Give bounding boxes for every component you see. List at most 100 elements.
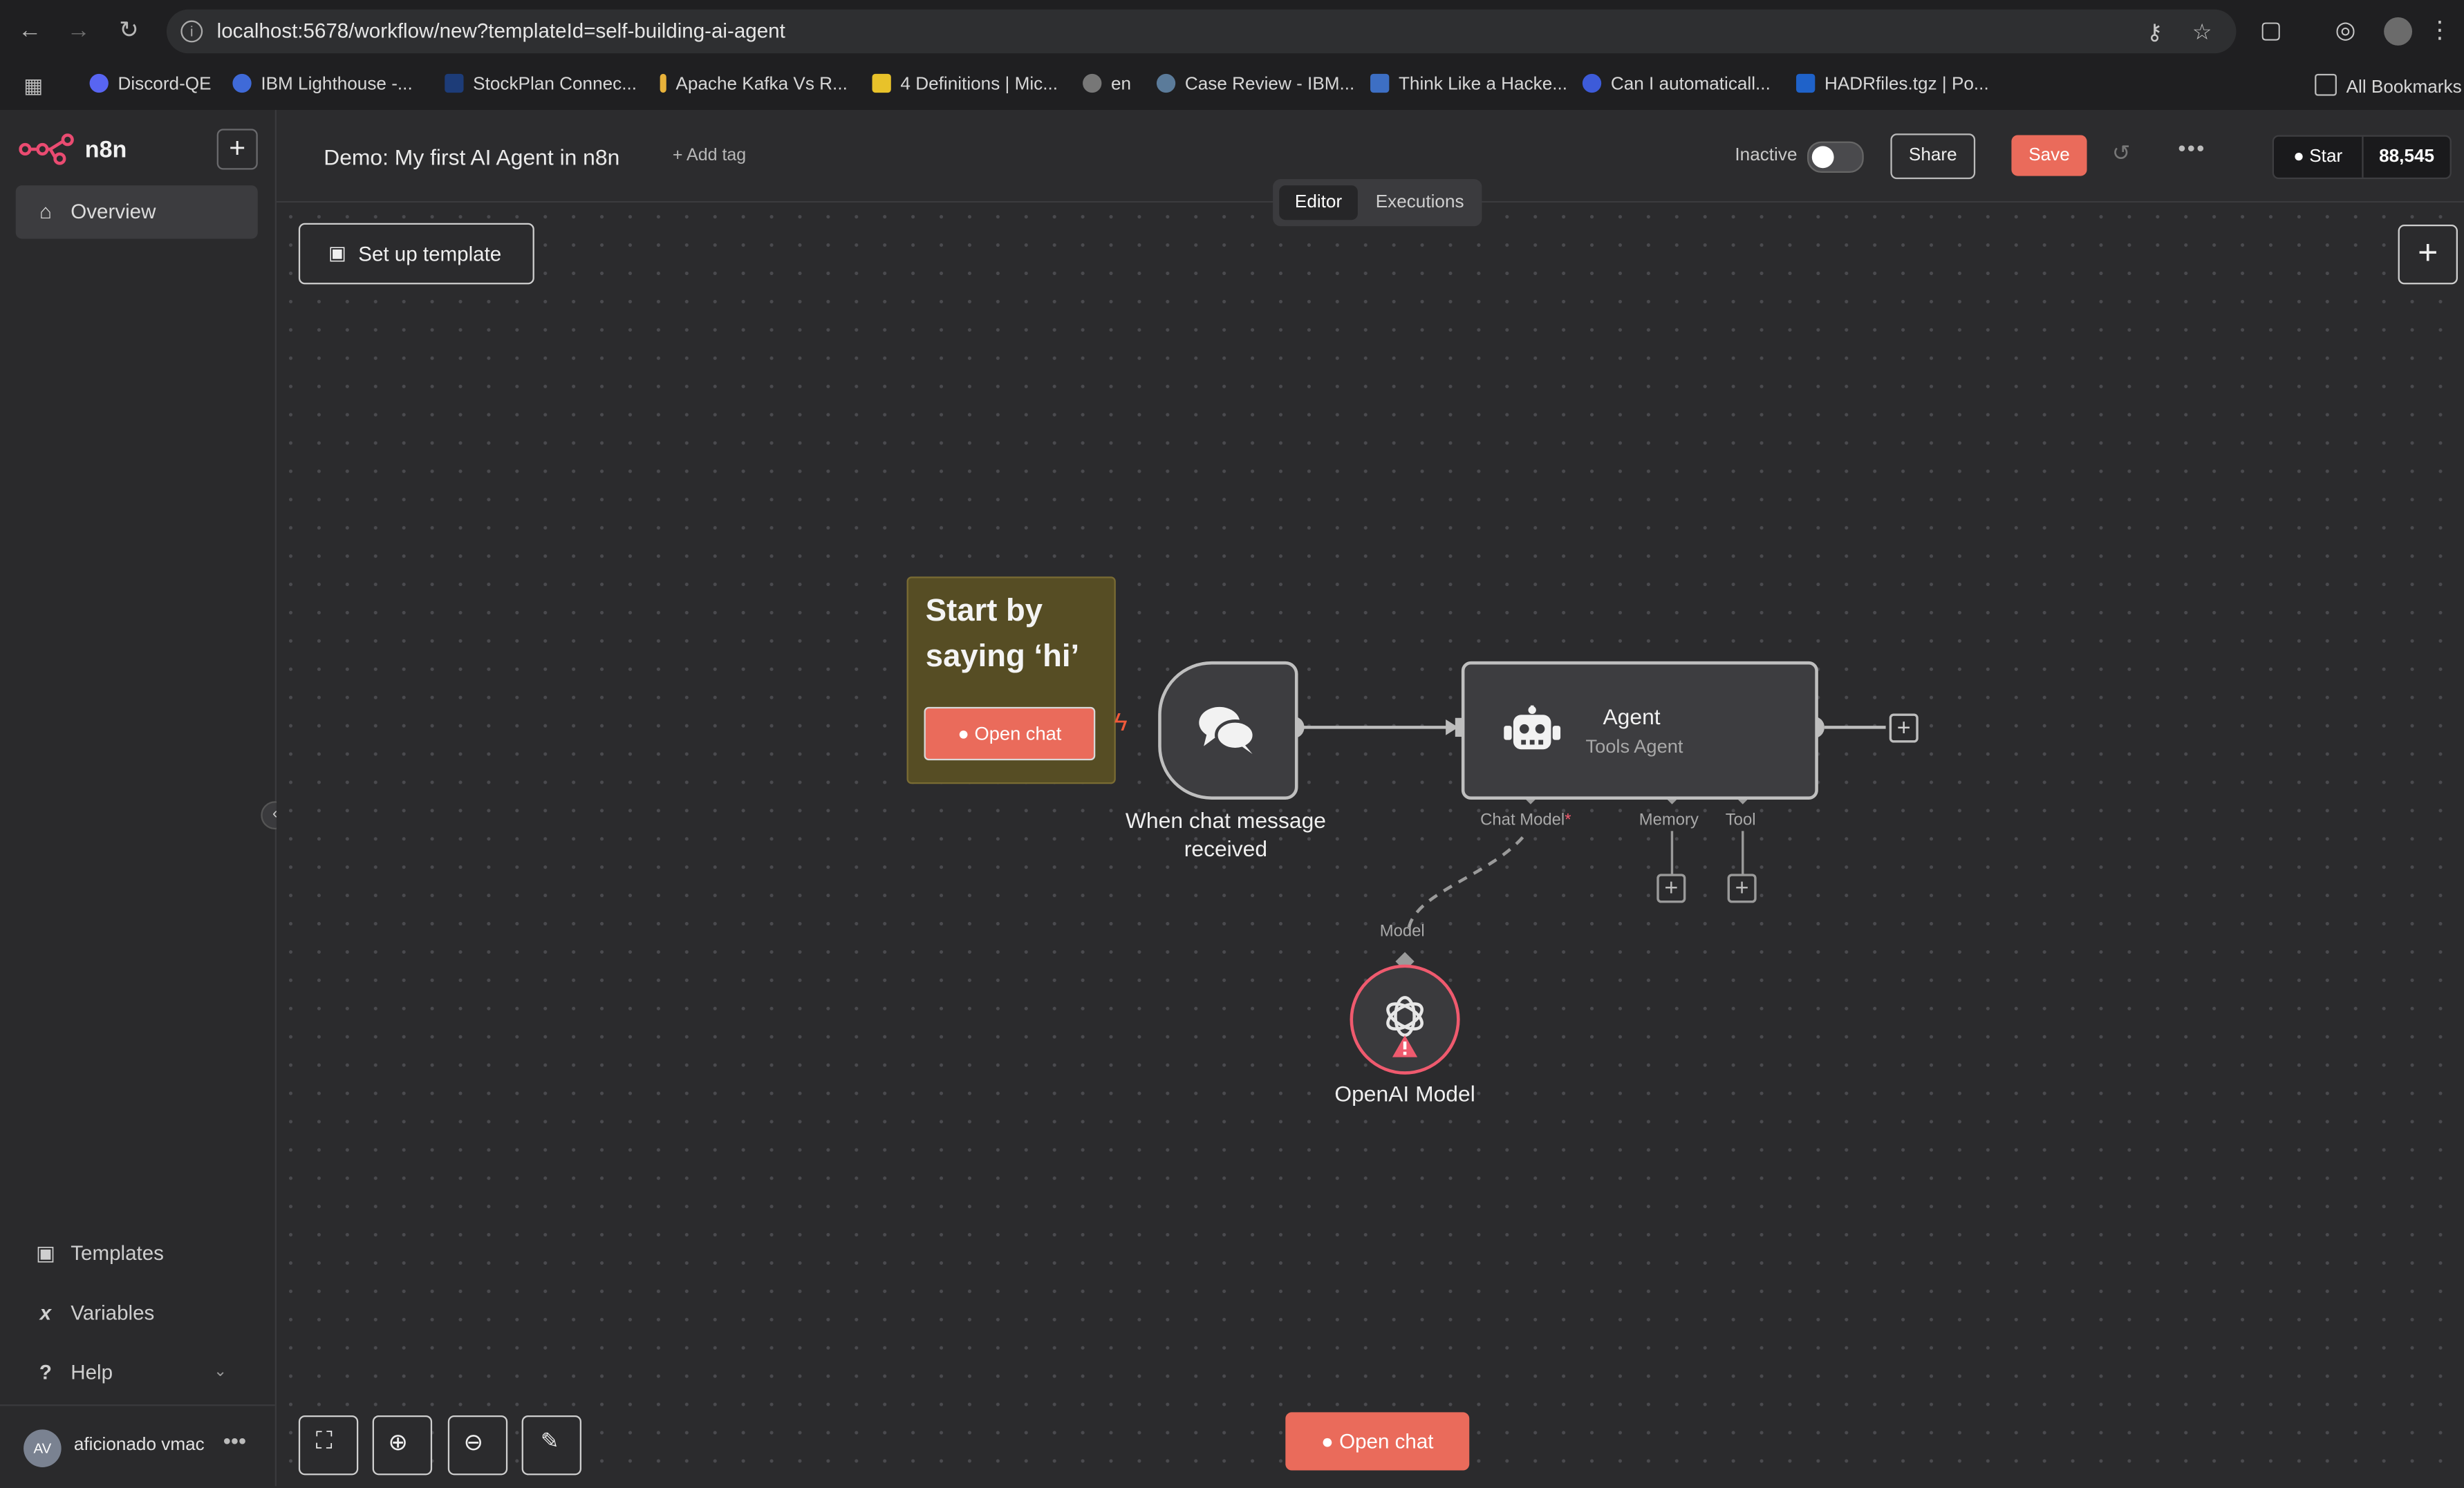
chevron-down-icon: ⌄ bbox=[214, 1363, 227, 1381]
connections-layer: + + + bbox=[1282, 713, 1919, 971]
bookmark-label: StockPlan Connec... bbox=[473, 75, 637, 95]
agent-node[interactable]: Agent Tools Agent bbox=[1461, 661, 1818, 800]
bookmark-star-icon[interactable]: ☆ bbox=[2192, 19, 2212, 46]
more-options-icon[interactable]: ••• bbox=[2178, 135, 2205, 160]
add-tag-link[interactable]: + Add tag bbox=[673, 146, 746, 164]
chat-icon: ● bbox=[958, 722, 969, 745]
trigger-label: When chat message received bbox=[1125, 807, 1326, 861]
zoom-in-button[interactable]: ⊕ bbox=[372, 1415, 433, 1476]
save-button[interactable]: Save bbox=[2011, 135, 2087, 176]
agent-subtitle: Tools Agent bbox=[1585, 735, 1683, 757]
openai-icon bbox=[1386, 996, 1424, 1037]
tab-editor[interactable]: Editor bbox=[1279, 185, 1358, 220]
github-star-widget[interactable]: ● Star 88,545 bbox=[2272, 135, 2452, 180]
set-up-template-button[interactable]: ▣ Set up template bbox=[298, 223, 534, 285]
discord-icon bbox=[89, 73, 109, 93]
tidy-up-button[interactable]: ✎ bbox=[521, 1415, 582, 1476]
site-info-icon[interactable]: i bbox=[180, 20, 203, 43]
brand-name: n8n bbox=[84, 136, 127, 164]
bookmark-item[interactable]: StockPlan Connec... bbox=[445, 73, 637, 95]
sidebar-item-overview[interactable]: ⌂ Overview bbox=[15, 185, 258, 239]
zoom-out-icon: ⊖ bbox=[463, 1429, 484, 1457]
history-icon[interactable]: ↺ bbox=[2112, 140, 2131, 167]
wordpress-icon bbox=[1582, 73, 1602, 93]
open-chat-button[interactable]: ● Open chat bbox=[1285, 1412, 1470, 1471]
robot-icon bbox=[1504, 705, 1561, 750]
openai-model-node[interactable] bbox=[1350, 964, 1460, 1075]
sidebar-item-label: Templates bbox=[71, 1241, 164, 1265]
view-tabs: Editor Executions bbox=[1273, 179, 1482, 227]
warning-icon[interactable] bbox=[1392, 1035, 1418, 1057]
bookmark-label: Discord-QE bbox=[118, 75, 212, 95]
bookmark-item[interactable]: IBM Lighthouse -... bbox=[232, 73, 413, 94]
url-text: localhost:5678/workflow/new?templateId=s… bbox=[216, 19, 785, 43]
bookmark-label: Case Review - IBM... bbox=[1184, 75, 1355, 95]
language-icon bbox=[1083, 73, 1102, 93]
share-button[interactable]: Share bbox=[1890, 133, 1976, 180]
user-more-icon[interactable]: ••• bbox=[223, 1428, 246, 1453]
add-new-button[interactable]: + bbox=[216, 129, 258, 170]
add-tool-plus: + bbox=[1735, 875, 1749, 901]
ibm-gear-icon bbox=[1156, 73, 1176, 93]
sticky-open-chat-label: Open chat bbox=[974, 722, 1062, 745]
home-icon: ⌂ bbox=[39, 199, 52, 223]
model-connection[interactable] bbox=[1406, 836, 1524, 935]
profile-avatar-icon[interactable] bbox=[2384, 17, 2413, 46]
chat-icon: ● bbox=[1321, 1429, 1334, 1453]
bookmark-label: en bbox=[1111, 75, 1132, 95]
workflow-canvas[interactable]: + + + ▣ Set up template + Start by sayin… bbox=[277, 203, 2464, 1487]
chat-trigger-node[interactable] bbox=[1158, 661, 1298, 800]
bookmark-item[interactable]: Case Review - IBM... bbox=[1156, 73, 1355, 95]
github-star-button[interactable]: ● Star bbox=[2274, 136, 2364, 178]
bookmark-item[interactable]: HADRfiles.tgz | Po... bbox=[1796, 73, 1989, 95]
chat-model-label-text: Chat Model bbox=[1480, 810, 1565, 830]
memory-port-label: Memory bbox=[1639, 810, 1699, 830]
sidebar-item-help[interactable]: ? Help ⌄ bbox=[16, 1346, 258, 1400]
zoom-out-button[interactable]: ⊖ bbox=[447, 1415, 508, 1476]
sticky-open-chat-button[interactable]: ● Open chat bbox=[924, 706, 1096, 761]
bookmark-label: Can I automaticall... bbox=[1610, 75, 1771, 95]
add-memory-plus: + bbox=[1664, 875, 1678, 901]
active-status-label: Inactive bbox=[1735, 146, 1798, 165]
variable-icon: x bbox=[39, 1301, 52, 1325]
tab-executions[interactable]: Executions bbox=[1364, 185, 1475, 220]
sidebar-item-variables[interactable]: x Variables bbox=[16, 1287, 258, 1340]
add-node-button[interactable]: + bbox=[2398, 225, 2458, 285]
browser-menu-icon[interactable]: ⋮ bbox=[2428, 16, 2452, 44]
active-toggle[interactable] bbox=[1807, 141, 1864, 173]
forward-arrow-icon[interactable]: → bbox=[63, 16, 94, 47]
user-menu[interactable]: AV aficionado vmac ••• bbox=[0, 1404, 275, 1487]
ms-icon bbox=[445, 73, 464, 93]
fit-view-icon: ⛶ bbox=[315, 1428, 333, 1455]
chat-model-port-label: Chat Model* bbox=[1480, 811, 1571, 829]
bookmark-item[interactable]: Apache Kafka Vs R... bbox=[660, 73, 848, 94]
question-icon: ? bbox=[39, 1360, 52, 1384]
bookmark-item[interactable]: Think Like a Hacke... bbox=[1370, 73, 1568, 95]
bookmark-label: HADRfiles.tgz | Po... bbox=[1824, 75, 1989, 95]
n8n-logo-icon[interactable] bbox=[19, 132, 75, 167]
address-bar[interactable]: i localhost:5678/workflow/new?templateId… bbox=[166, 9, 2237, 54]
bookmark-label: Think Like a Hacke... bbox=[1398, 75, 1568, 95]
toggle-knob bbox=[1811, 146, 1834, 169]
bookmark-item[interactable]: Discord-QE bbox=[89, 73, 212, 95]
bookmark-item[interactable]: Can I automaticall... bbox=[1582, 73, 1771, 95]
workflow-title[interactable]: Demo: My first AI Agent in n8n bbox=[324, 144, 619, 169]
folder-icon bbox=[2315, 73, 2337, 96]
zoom-to-fit-button[interactable]: ⛶ bbox=[298, 1415, 359, 1476]
password-key-icon[interactable]: ⚷ bbox=[2147, 19, 2163, 46]
sidebar-item-label: Overview bbox=[71, 199, 156, 223]
all-bookmarks[interactable]: All Bookmarks bbox=[2315, 73, 2462, 97]
extension-icon[interactable]: ◎ bbox=[2335, 16, 2356, 44]
avatar: AV bbox=[24, 1429, 62, 1467]
all-bookmarks-label: All Bookmarks bbox=[2346, 78, 2462, 97]
sidebar-item-templates[interactable]: ▣ Templates bbox=[16, 1227, 258, 1280]
extensions-icon[interactable]: ▢ bbox=[2260, 16, 2282, 44]
back-arrow-icon[interactable]: ← bbox=[14, 16, 45, 47]
box-icon bbox=[1796, 73, 1816, 93]
bookmark-item[interactable]: en bbox=[1083, 73, 1132, 95]
apps-grid-icon[interactable]: ▦ bbox=[24, 74, 43, 99]
github-star-label: Star bbox=[2309, 147, 2343, 167]
bookmark-item[interactable]: 4 Definitions | Mic... bbox=[872, 73, 1058, 94]
reload-icon[interactable]: ↻ bbox=[113, 16, 144, 47]
model-port-label: Model bbox=[1379, 922, 1425, 941]
